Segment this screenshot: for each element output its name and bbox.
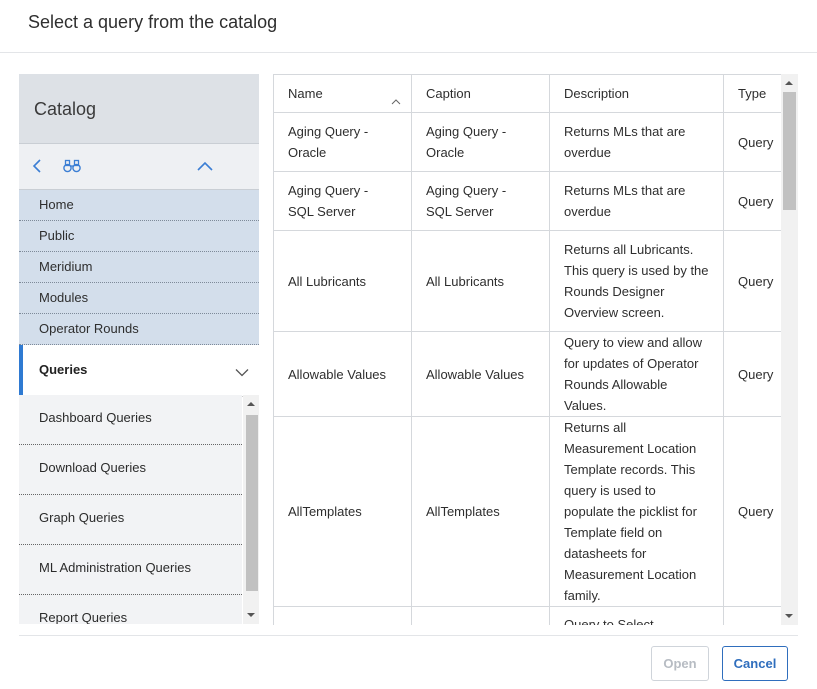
cell-name: Aging Query - SQL Server (273, 171, 412, 231)
cell-caption: AllTemplates (411, 416, 550, 607)
cell-caption: All Lubricants (411, 230, 550, 332)
scrollbar-thumb[interactable] (783, 92, 796, 210)
cell-description: Query to Select Particular (549, 606, 724, 625)
column-header-label: Description (564, 86, 630, 101)
cell-description: Returns MLs that are overdue (549, 171, 724, 231)
scroll-down-icon[interactable] (785, 614, 793, 618)
table-row[interactable]: Query to Select Particular (273, 606, 789, 625)
cell-type (722, 606, 789, 625)
cell-caption: Allowable Values (411, 331, 550, 417)
folder-item-list: Dashboard Queries Download Queries Graph… (19, 395, 259, 624)
cell-description: Returns all Lubricants. This query is us… (549, 230, 724, 332)
active-folder-label: Queries (39, 362, 88, 377)
chevron-left-icon[interactable] (25, 154, 49, 178)
cell-type: Query (722, 416, 789, 607)
folder-item[interactable]: ML Administration Queries (19, 545, 242, 595)
cell-name: All Lubricants (273, 230, 412, 332)
chevron-up-icon[interactable] (193, 154, 217, 178)
footer-divider (19, 635, 798, 636)
table-row[interactable]: All Lubricants All Lubricants Returns al… (273, 230, 789, 332)
table-row[interactable]: Aging Query - SQL Server Aging Query - S… (273, 171, 789, 231)
folder-item[interactable]: Download Queries (19, 445, 242, 495)
open-button[interactable]: Open (651, 646, 709, 681)
cell-description: Query to view and allow for updates of O… (549, 331, 724, 417)
folder-item[interactable]: Graph Queries (19, 495, 242, 545)
cell-type: Query (722, 112, 789, 172)
column-header-name[interactable]: Name (273, 74, 412, 113)
folder-list-scrollbar[interactable] (243, 395, 259, 624)
breadcrumb-item[interactable]: Operator Rounds (19, 314, 259, 345)
cell-description: Returns all Measurement Location Templat… (549, 416, 724, 607)
table-scrollbar[interactable] (781, 74, 798, 625)
binoculars-icon[interactable] (60, 154, 84, 178)
column-header-label: Type (738, 86, 767, 101)
folder-item[interactable]: Report Queries (19, 595, 242, 624)
chevron-down-icon[interactable] (235, 364, 249, 382)
column-header-caption[interactable]: Caption (411, 74, 550, 113)
query-table-container: Name Caption Description Type Aging Quer… (273, 74, 798, 625)
active-folder-queries[interactable]: Queries (19, 345, 259, 397)
column-header-label: Caption (426, 86, 471, 101)
scroll-down-icon[interactable] (247, 613, 255, 617)
cell-caption: Aging Query - SQL Server (411, 171, 550, 231)
table-row[interactable]: Allowable Values Allowable Values Query … (273, 331, 789, 417)
cell-type: Query (722, 171, 789, 231)
breadcrumb-item[interactable]: Public (19, 221, 259, 252)
catalog-title: Catalog (34, 99, 97, 119)
cell-name (273, 606, 412, 625)
dialog-header: Select a query from the catalog (0, 0, 817, 53)
cell-caption: Aging Query - Oracle (411, 112, 550, 172)
column-header-description[interactable]: Description (549, 74, 724, 113)
table-row[interactable]: Aging Query - Oracle Aging Query - Oracl… (273, 112, 789, 172)
dialog-title: Select a query from the catalog (28, 12, 278, 32)
table-header-row: Name Caption Description Type (273, 74, 789, 113)
catalog-header: Catalog (19, 74, 259, 144)
folder-item-label: Graph Queries (39, 510, 125, 525)
cell-name: Aging Query - Oracle (273, 112, 412, 172)
column-header-label: Name (288, 86, 323, 101)
folder-item-label: Dashboard Queries (39, 410, 152, 425)
table-row[interactable]: AllTemplates AllTemplates Returns all Me… (273, 416, 789, 607)
catalog-toolbar (19, 144, 259, 190)
query-table: Name Caption Description Type Aging Quer… (273, 74, 789, 625)
scrollbar-thumb[interactable] (246, 415, 258, 591)
cell-name: AllTemplates (273, 416, 412, 607)
folder-item-label: ML Administration Queries (39, 560, 191, 575)
folder-item[interactable]: Dashboard Queries (19, 395, 242, 445)
scroll-up-icon[interactable] (247, 402, 255, 406)
cell-type: Query (722, 230, 789, 332)
breadcrumb-item[interactable]: Modules (19, 283, 259, 314)
column-header-type[interactable]: Type (722, 74, 789, 113)
breadcrumb-item[interactable]: Home (19, 190, 259, 221)
folder-item-label: Download Queries (39, 460, 146, 475)
cell-description: Returns MLs that are overdue (549, 112, 724, 172)
cell-name: Allowable Values (273, 331, 412, 417)
breadcrumb-item[interactable]: Meridium (19, 252, 259, 283)
cell-type: Query (722, 331, 789, 417)
scroll-up-icon[interactable] (785, 81, 793, 85)
cell-caption (411, 606, 550, 625)
folder-item-label: Report Queries (39, 610, 128, 624)
catalog-panel: Catalog Home Public Meridium Modules Ope… (19, 74, 259, 624)
breadcrumb-list: Home Public Meridium Modules Operator Ro… (19, 190, 259, 345)
sort-ascending-icon (391, 90, 401, 111)
cancel-button[interactable]: Cancel (722, 646, 788, 681)
